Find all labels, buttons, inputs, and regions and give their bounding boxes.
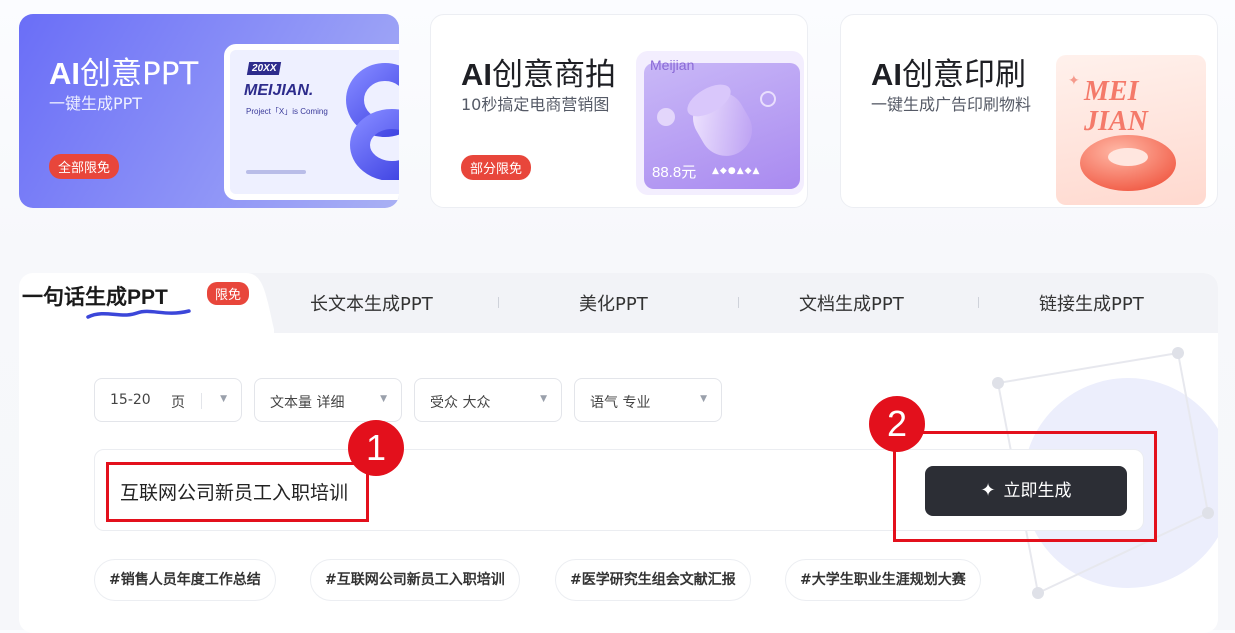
year-tag: 20XX: [246, 62, 282, 75]
tab-document-ppt[interactable]: 文档生成PPT: [799, 290, 904, 316]
price-text: 88.8元: [652, 164, 697, 181]
shape-row: ▲◆●▲◆▲: [712, 166, 761, 176]
suggestion-chip[interactable]: #大学生职业生涯规划大赛: [785, 559, 981, 601]
card-illustration: Meijian 88.8元 ▲◆●▲◆▲: [636, 51, 804, 195]
brand-text: MEIJIAN.: [244, 82, 314, 99]
card-ai-creative-print[interactable]: AI创意印刷 一键生成广告印刷物料 MEI JIAN ✦: [840, 14, 1218, 208]
card-subtitle: 一键生成PPT: [49, 94, 143, 113]
text-amount-select[interactable]: 文本量 详细 ▼: [254, 378, 402, 422]
svg-text:✦: ✦: [1068, 73, 1080, 89]
suggestion-chip[interactable]: #医学研究生组会文献汇报: [555, 559, 751, 601]
card-subtitle: 一键生成广告印刷物料: [871, 95, 1032, 114]
chevron-down-icon: ▼: [700, 394, 707, 404]
free-badge: 全部限免: [49, 154, 120, 179]
mode-tabs: 一句话生成PPT 限免 长文本生成PPT 美化PPT 文档生成PPT 链接生成P…: [19, 273, 1218, 333]
card-title: AI创意商拍: [461, 57, 616, 93]
chevron-down-icon: ▼: [220, 394, 227, 404]
card-subtitle: 10秒搞定电商营销图: [461, 95, 610, 114]
tab-link-ppt[interactable]: 链接生成PPT: [1039, 290, 1144, 316]
tab-separator: [738, 297, 739, 308]
tone-select[interactable]: 语气 专业 ▼: [574, 378, 722, 422]
suggestion-chip[interactable]: #互联网公司新员工入职培训: [310, 559, 520, 601]
brand-text: Meijian: [650, 57, 695, 73]
limited-free-badge: 限免: [207, 282, 250, 305]
tab-separator: [978, 297, 979, 308]
card-ai-creative-product-shoot[interactable]: AI创意商拍 10秒搞定电商营销图 部分限免 Meijian 88.8元 ▲◆●…: [430, 14, 808, 208]
chevron-down-icon: ▼: [540, 394, 547, 404]
partial-free-badge: 部分限免: [461, 155, 532, 180]
annotation-box-2: [893, 431, 1157, 542]
card-illustration: 20XX MEIJIAN. Project「X」is Coming: [224, 44, 399, 200]
annotation-number-1: 1: [348, 420, 404, 476]
active-underline-icon: [86, 309, 191, 319]
annotation-box-1: [106, 462, 369, 522]
chevron-down-icon: ▼: [380, 394, 387, 404]
card-ai-creative-ppt[interactable]: AI创意PPT 一键生成PPT 全部限免 20XX MEIJIAN. Proje…: [19, 14, 399, 208]
progress-line: [246, 170, 306, 174]
page-count-select[interactable]: 15-20 页 ▼: [94, 378, 242, 422]
tab-beautify-ppt[interactable]: 美化PPT: [579, 290, 648, 316]
annotation-number-2: 2: [869, 396, 925, 452]
knot-3d-icon: [346, 63, 399, 180]
suggestion-chip[interactable]: #销售人员年度工作总结: [94, 559, 276, 601]
tab-long-text-ppt[interactable]: 长文本生成PPT: [310, 290, 433, 316]
donut-3d-icon: ✦: [1068, 73, 1176, 191]
tab-separator: [498, 297, 499, 308]
page-unit: 页: [171, 395, 185, 411]
card-illustration: MEI JIAN ✦: [1056, 55, 1206, 205]
tagline-text: Project「X」is Coming: [246, 107, 328, 116]
card-title: AI创意PPT: [49, 56, 199, 92]
card-title: AI创意印刷: [871, 57, 1026, 93]
audience-select[interactable]: 受众 大众 ▼: [414, 378, 562, 422]
